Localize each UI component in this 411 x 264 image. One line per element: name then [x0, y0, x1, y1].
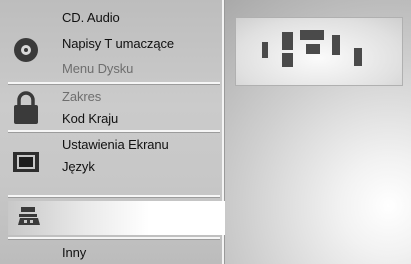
section-divider [8, 195, 220, 197]
section-divider [8, 237, 220, 239]
speaker-icon[interactable] [18, 206, 42, 231]
menu-item-country-code[interactable]: Kod Kraju [62, 111, 118, 126]
speaker-layout-diagram [235, 17, 403, 86]
menu-item-cd-audio[interactable]: CD. Audio [62, 10, 120, 25]
speaker-front-left [262, 42, 268, 58]
speaker-center-low [306, 44, 320, 54]
menu-item-other[interactable]: Inny [62, 245, 86, 260]
menu-item-language[interactable]: Język [62, 159, 95, 174]
speaker-surround-right [354, 48, 362, 66]
speaker-center-wide [300, 30, 324, 40]
menu-item-rating: Zakres [62, 89, 102, 104]
display-icon[interactable] [12, 150, 40, 179]
speaker-center-bottom [282, 53, 293, 67]
menu-item-subtitles[interactable]: Napisy T umaczące [62, 36, 174, 51]
section-divider [8, 82, 220, 84]
dvd-setup-screen: CD. Audio Napisy T umaczące Menu Dysku Z… [0, 0, 411, 264]
section-divider [8, 130, 220, 132]
speaker-center-top [282, 32, 293, 50]
disc-icon[interactable] [12, 36, 40, 69]
speaker-front-right [332, 35, 340, 55]
menu-item-disc-menu: Menu Dysku [62, 61, 134, 76]
lock-icon[interactable] [12, 91, 40, 130]
menu-item-screen-settings[interactable]: Ustawienia Ekranu [62, 137, 169, 152]
